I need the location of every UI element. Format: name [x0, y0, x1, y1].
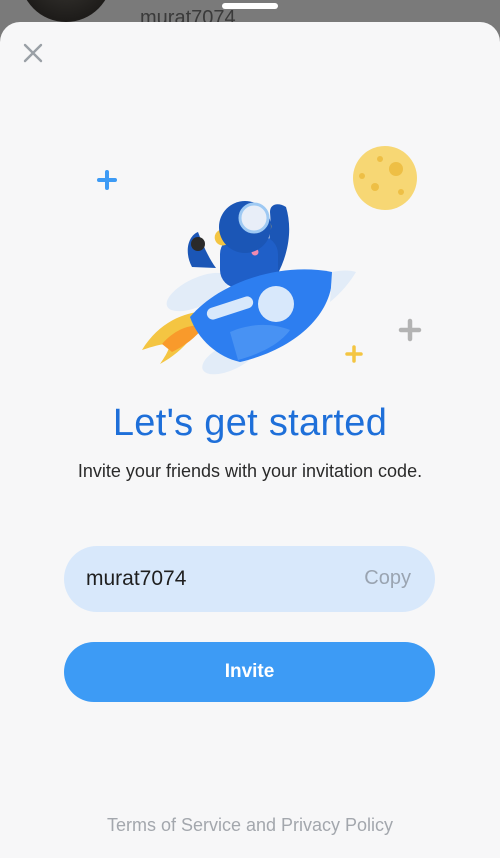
- close-icon: [23, 43, 43, 63]
- sheet-drag-handle[interactable]: [222, 3, 278, 9]
- invitation-code-value: murat7074: [86, 567, 187, 590]
- gray-sparkle-icon: [398, 318, 422, 342]
- copy-code-button[interactable]: Copy: [364, 567, 411, 590]
- page-title: Let's get started: [112, 402, 388, 444]
- page-subtitle: Invite your friends with your invitation…: [77, 461, 423, 481]
- invite-button[interactable]: Invite: [64, 642, 435, 702]
- astronaut-rocket-illustration: [97, 146, 422, 375]
- yellow-sparkle-icon: [345, 345, 363, 363]
- background-username: murat7074: [140, 8, 236, 22]
- blue-sparkle-icon: [97, 170, 117, 190]
- invite-bottom-sheet: Let's get started Invite your friends wi…: [0, 22, 500, 858]
- terms-privacy-link[interactable]: Terms of Service and Privacy Policy: [0, 815, 500, 836]
- background-avatar: [20, 0, 112, 22]
- close-button[interactable]: [14, 34, 52, 72]
- moon-icon: [353, 146, 417, 210]
- invitation-code-field: murat7074 Copy: [64, 546, 435, 612]
